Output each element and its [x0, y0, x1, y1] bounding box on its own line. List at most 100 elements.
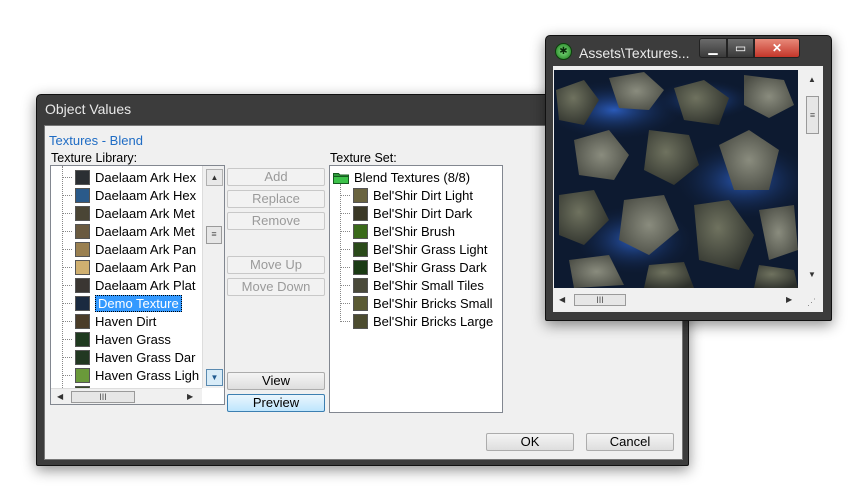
texture-set-item-label: Bel'Shir Grass Dark [373, 259, 487, 275]
texture-set-item[interactable]: Bel'Shir Grass Light [340, 240, 487, 258]
scroll-thumb[interactable]: ≡ [806, 96, 819, 134]
scroll-left-arrow-icon[interactable]: ◀ [559, 295, 565, 304]
texture-swatch [75, 205, 90, 221]
minimize-button[interactable]: ▁ [699, 38, 727, 58]
library-list-item[interactable]: Haven Grass Ligh [62, 366, 199, 384]
library-item-label: Daelaam Ark Met [95, 223, 195, 239]
texture-swatch [75, 331, 90, 347]
scroll-right-arrow-icon[interactable]: ▶ [786, 295, 792, 304]
texture-set-list[interactable]: Blend Textures (8/8) Bel'Shir Dirt Light… [329, 165, 503, 413]
library-list-item[interactable]: Haven Dirt [62, 312, 156, 330]
cancel-button[interactable]: Cancel [586, 433, 674, 451]
scroll-left-arrow-icon[interactable]: ◀ [57, 392, 63, 401]
texture-library-list[interactable]: Daelaam Ark Hex Daelaam Ark Hex Daelaam Ar… [50, 165, 225, 405]
library-item-label: Daelaam Ark Pan [95, 259, 197, 275]
library-item-label: Demo Texture [95, 294, 182, 312]
tree-connector [62, 356, 72, 358]
texture-swatch [353, 241, 368, 257]
library-item-label: Daelaam Ark Pan [95, 241, 197, 257]
tree-connector [340, 212, 350, 214]
texture-swatch [75, 169, 90, 185]
library-list-item[interactable]: Daelaam Ark Met [62, 222, 195, 240]
texture-swatch [75, 349, 90, 365]
texture-set-item-label: Bel'Shir Dirt Light [373, 187, 474, 203]
preview-window-title: Assets\Textures... [579, 45, 690, 61]
move-down-button[interactable]: Move Down [227, 278, 325, 296]
remove-button[interactable]: Remove [227, 212, 325, 230]
maximize-button[interactable]: ▭ [727, 38, 754, 58]
texture-set-item[interactable]: Bel'Shir Brush [340, 222, 455, 240]
library-list-item[interactable]: Daelaam Ark Pan [62, 258, 196, 276]
library-list-item[interactable]: Haven Grass [62, 330, 171, 348]
tree-connector [62, 338, 72, 340]
tree-connector [340, 230, 350, 232]
library-list-item[interactable]: Haven Grass Dar [62, 348, 195, 366]
add-button[interactable]: Add [227, 168, 325, 186]
texture-preview-window: ✱ Assets\Textures... ▁ ▭ ✕ ▲ ≡ ▼ ◀ III ▶… [545, 35, 832, 321]
tree-connector [62, 266, 72, 268]
texture-set-item-label: Bel'Shir Small Tiles [373, 277, 484, 293]
texture-set-label: Texture Set: [330, 151, 397, 165]
scroll-down-arrow-icon[interactable]: ▼ [206, 369, 223, 386]
library-item-label: Haven Grass Ligh [95, 367, 200, 383]
tree-connector [62, 176, 72, 178]
minimize-icon: ▁ [708, 41, 718, 55]
texture-swatch [353, 295, 368, 311]
scroll-right-arrow-icon[interactable]: ▶ [187, 392, 193, 401]
library-item-label: Daelaam Ark Met [95, 205, 195, 221]
view-button[interactable]: View [227, 372, 325, 390]
texture-set-item[interactable]: Bel'Shir Dirt Dark [340, 204, 472, 222]
library-list-item[interactable]: Daelaam Ark Hex [62, 168, 196, 186]
resize-grip-icon[interactable]: ⋰ [807, 297, 816, 308]
library-horizontal-scrollbar[interactable]: ◀ III ▶ [51, 388, 202, 404]
texture-swatch [75, 277, 90, 293]
preview-button[interactable]: Preview [227, 394, 325, 412]
library-list-item[interactable]: Daelaam Ark Met [62, 204, 195, 222]
library-list-item[interactable]: Daelaam Ark Pan [62, 240, 196, 258]
tree-connector [62, 194, 72, 196]
texture-set-item-label: Bel'Shir Brush [373, 223, 455, 239]
library-item-label: Haven Grass [95, 331, 171, 347]
texture-set-item[interactable]: Bel'Shir Grass Dark [340, 258, 487, 276]
texture-set-item[interactable]: Bel'Shir Bricks Small [340, 294, 493, 312]
close-icon: ✕ [771, 41, 783, 55]
tree-connector [62, 248, 72, 250]
tree-connector [340, 194, 350, 196]
library-list-item[interactable]: Daelaam Ark Plat [62, 276, 195, 294]
preview-vertical-scrollbar[interactable]: ▲ ≡ ▼ [803, 70, 821, 284]
library-list-item[interactable]: Demo Texture [62, 294, 182, 312]
texture-set-item[interactable]: Bel'Shir Bricks Large [340, 312, 493, 330]
texture-swatch [353, 277, 368, 293]
scroll-thumb[interactable]: ≡ [206, 226, 222, 244]
library-item-label: Haven Dirt [95, 313, 157, 329]
library-vertical-scrollbar[interactable]: ▲ ≡ ▼ [202, 166, 224, 388]
texture-swatch [75, 313, 90, 329]
section-title: Textures - Blend [49, 133, 143, 148]
app-icon: ✱ [555, 43, 572, 60]
library-list-item[interactable]: Daelaam Ark Hex [62, 186, 196, 204]
texture-set-item[interactable]: Bel'Shir Dirt Light [340, 186, 473, 204]
tree-connector [62, 320, 72, 322]
texture-set-item[interactable]: Bel'Shir Small Tiles [340, 276, 484, 294]
scroll-up-arrow-icon[interactable]: ▲ [808, 75, 816, 84]
texture-swatch [75, 241, 90, 257]
scroll-down-arrow-icon[interactable]: ▼ [808, 270, 816, 279]
texture-set-item-label: Bel'Shir Dirt Dark [373, 205, 473, 221]
texture-rocks-image [554, 70, 798, 288]
texture-set-root[interactable]: Blend Textures (8/8) [333, 168, 470, 186]
preview-horizontal-scrollbar[interactable]: ◀ III ▶ [554, 292, 798, 308]
horizontal-scroll-thumb[interactable]: III [71, 391, 135, 403]
scroll-up-arrow-icon[interactable]: ▲ [206, 169, 223, 186]
ok-button[interactable]: OK [486, 433, 574, 451]
horizontal-scroll-thumb[interactable]: III [574, 294, 626, 306]
move-up-button[interactable]: Move Up [227, 256, 325, 274]
folder-icon [333, 172, 349, 184]
tree-connector [340, 302, 350, 304]
close-button[interactable]: ✕ [754, 38, 800, 58]
texture-swatch [353, 223, 368, 239]
texture-set-item-label: Bel'Shir Grass Light [373, 241, 488, 257]
library-item-label: Haven Grass Dar [95, 349, 196, 365]
replace-button[interactable]: Replace [227, 190, 325, 208]
tree-connector [340, 284, 350, 286]
dialog-title: Object Values [45, 101, 132, 117]
